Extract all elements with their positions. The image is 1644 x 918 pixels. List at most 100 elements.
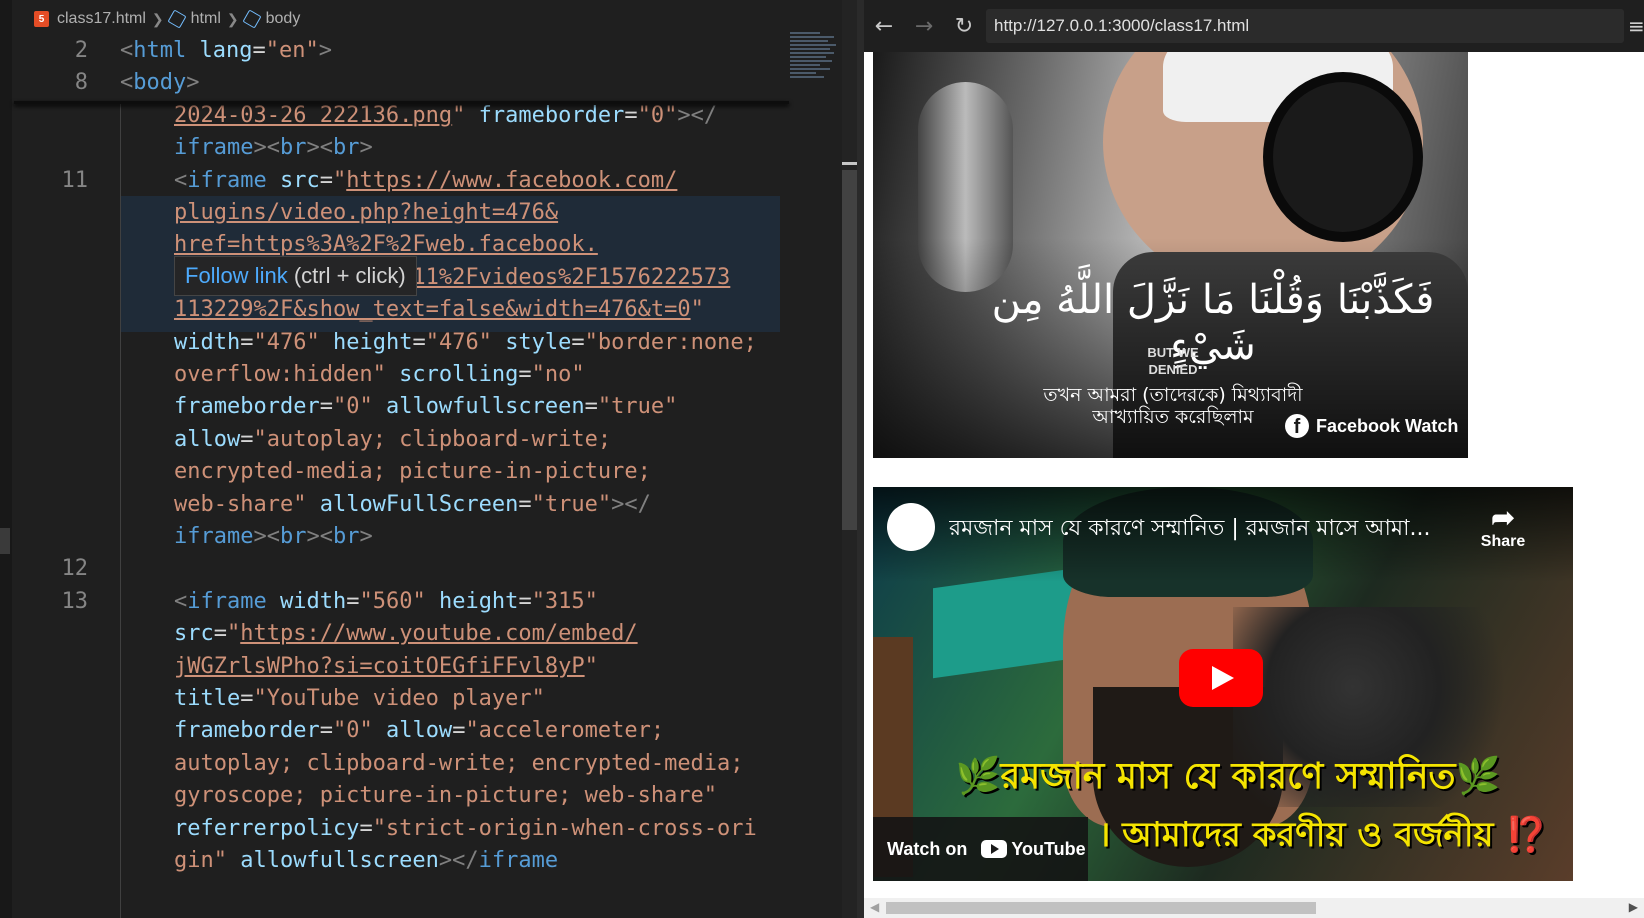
line-number: [0, 682, 88, 716]
code-token[interactable]: 11%2Fvideos%2F1576222573: [412, 265, 730, 290]
code-line[interactable]: src="https://www.youtube.com/embed/: [174, 617, 638, 651]
code-token: width: [174, 329, 241, 355]
code-token[interactable]: jWGZrlsWPho?si=coitOEGfiFFvl8yP: [174, 654, 585, 679]
code-line[interactable]: 113229%2F&show_text=false&width=476&t=0": [174, 293, 704, 327]
code-token: =: [213, 621, 227, 647]
browser-toolbar: ← → ↻ http://127.0.0.1:3000/class17.html…: [864, 0, 1644, 52]
code-token: lang: [199, 38, 253, 63]
code-line[interactable]: plugins/video.php?height=476&: [174, 196, 558, 230]
code-token[interactable]: plugins/video.php?height=476&: [174, 200, 558, 225]
line-number: [0, 844, 88, 878]
code-line[interactable]: <iframe src="https://www.facebook.com/: [174, 164, 677, 198]
code-token: =: [346, 588, 360, 614]
line-number: [0, 812, 88, 846]
code-token[interactable]: 2024-03-26 222136.png: [174, 103, 452, 128]
code-line[interactable]: iframe><br><br>: [174, 131, 373, 165]
pane-divider[interactable]: [857, 0, 864, 918]
code-line[interactable]: jWGZrlsWPho?si=coitOEGfiFFvl8yP": [174, 650, 598, 684]
channel-avatar[interactable]: [887, 503, 935, 551]
line-number: 2: [74, 38, 88, 63]
code-line[interactable]: web-share" allowFullScreen="true"></: [174, 488, 651, 522]
scroll-left-icon[interactable]: ◀: [870, 900, 879, 914]
facebook-watch-badge[interactable]: f Facebook Watch: [1285, 414, 1458, 438]
code-line[interactable]: encrypted-media; picture-in-picture;: [174, 455, 651, 489]
code-token: width: [279, 588, 347, 614]
facebook-video-embed[interactable]: فَكَذَّبْنَا وَقُلْنَا مَا نَزَّلَ اللَّ…: [873, 52, 1468, 458]
bengali-caption-line2: আখ্যায়িত করেছিলাম: [1092, 406, 1254, 428]
code-line[interactable]: <body>: [120, 66, 199, 100]
headphones-image: [1263, 72, 1423, 242]
code-line[interactable]: frameborder="0" allow="accelerometer;: [174, 714, 664, 748]
code-token: ></: [438, 848, 479, 873]
code-token: iframe: [174, 135, 254, 161]
line-number: [0, 131, 88, 165]
scroll-right-icon[interactable]: ▶: [1629, 900, 1638, 914]
code-token: =: [584, 394, 598, 420]
share-button[interactable]: ➦ Share: [1473, 503, 1533, 551]
code-line[interactable]: allow="autoplay; clipboard-write;: [174, 423, 611, 457]
breadcrumb-html[interactable]: html: [191, 10, 221, 28]
breadcrumb-body[interactable]: body: [266, 10, 301, 28]
code-line[interactable]: iframe><br><br>: [174, 520, 373, 554]
youtube-logo-icon: [981, 840, 1008, 858]
forward-arrow-icon[interactable]: →: [904, 14, 944, 39]
follow-link-text[interactable]: Follow link: [185, 263, 288, 288]
code-token: "strict-origin-when-cross-ori: [372, 815, 757, 841]
play-button-icon[interactable]: [1179, 649, 1263, 707]
code-line[interactable]: frameborder="0" allowfullscreen="true": [174, 390, 677, 424]
code-token: <: [266, 524, 280, 549]
code-token[interactable]: href=https%3A%2F%2Fweb.facebook.: [174, 232, 598, 257]
youtube-video-embed[interactable]: রমজান মাস যে কারণে সম্মানিত | রমজান মাসে…: [873, 487, 1573, 881]
code-token[interactable]: https://www.youtube.com/embed/: [240, 621, 637, 646]
browser-preview[interactable]: ← → ↻ http://127.0.0.1:3000/class17.html…: [864, 0, 1644, 918]
editor-scrollbar-thumb[interactable]: [842, 170, 857, 530]
code-token: =: [319, 394, 333, 420]
code-token: >: [359, 135, 373, 161]
horizontal-scrollbar-thumb[interactable]: [886, 902, 1316, 914]
code-token: ></: [611, 491, 651, 517]
code-token: <: [174, 167, 188, 193]
code-token: <: [120, 70, 134, 96]
line-number: [0, 390, 88, 424]
code-token: =: [452, 718, 466, 744]
menu-icon[interactable]: ≡: [1628, 14, 1644, 38]
html5-file-icon: 5: [34, 11, 49, 27]
line-number: [0, 714, 88, 748]
code-line[interactable]: referrerpolicy="strict-origin-when-cross…: [174, 812, 757, 846]
code-token[interactable]: 113229%2F&show_text=false&width=476&t=0: [174, 297, 691, 322]
code-area[interactable]: 2 <html lang="en"> 8 <body> 2024-03-26 22213…: [0, 34, 800, 918]
code-token: "476": [253, 329, 320, 355]
line-number: [0, 779, 88, 813]
watch-on-youtube-button[interactable]: Watch on YouTube: [873, 817, 1088, 881]
code-line[interactable]: gyroscope; picture-in-picture; web-share…: [174, 779, 717, 813]
code-editor[interactable]: 5 class17.html ❯ html ❯ body 2 <html lang…: [0, 0, 864, 918]
horizontal-scrollbar[interactable]: ◀ ▶: [864, 898, 1644, 918]
code-line[interactable]: width="476" height="476" style="border:n…: [174, 326, 757, 360]
code-token: iframe: [187, 588, 267, 614]
code-line[interactable]: title="YouTube video player": [174, 682, 545, 716]
line-number: [0, 261, 88, 295]
line-number: [0, 196, 88, 230]
back-arrow-icon[interactable]: ←: [864, 14, 904, 39]
breadcrumb-file[interactable]: class17.html: [57, 10, 146, 28]
code-line[interactable]: autoplay; clipboard-write; encrypted-med…: [174, 747, 744, 781]
reload-icon[interactable]: ↻: [944, 14, 984, 39]
code-line[interactable]: <html lang="en">: [120, 34, 332, 68]
address-bar[interactable]: http://127.0.0.1:3000/class17.html: [986, 9, 1624, 43]
scrollbar-cursor-marker: [842, 162, 857, 165]
code-token[interactable]: https://www.facebook.com/: [346, 168, 677, 193]
youtube-video-title[interactable]: রমজান মাস যে কারণে সম্মানিত | রমজান মাসে…: [949, 511, 1449, 548]
code-line[interactable]: gin" allowfullscreen></iframe: [174, 844, 558, 878]
code-token: gin": [174, 848, 227, 873]
code-token: "0": [332, 394, 373, 420]
line-number: [0, 423, 88, 457]
code-token: =: [359, 815, 373, 841]
line-number: [0, 455, 88, 489]
code-token: <: [266, 135, 280, 161]
line-number: 8: [74, 70, 88, 96]
code-line[interactable]: overflow:hidden" scrolling="no": [174, 358, 585, 392]
code-line[interactable]: <iframe width="560" height="315": [174, 585, 598, 619]
